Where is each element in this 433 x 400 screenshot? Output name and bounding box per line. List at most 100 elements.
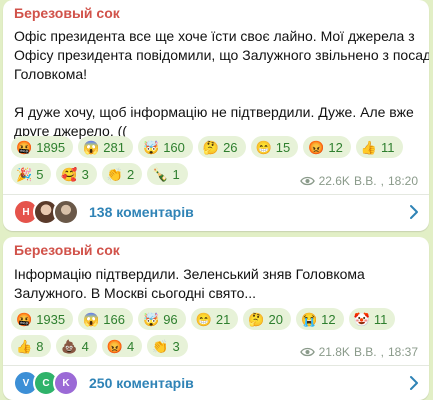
reaction-chip[interactable]: 😡 12: [303, 136, 351, 158]
message-meta: 21.8K В.В., 18:37: [299, 345, 418, 359]
message-bubble: Березовый сок Інформацію підтвердили. Зе…: [3, 237, 429, 400]
reaction-count: 12: [328, 139, 343, 155]
reaction-row: 🎉 5 🥰 3 👏 2 🍾 1: [11, 163, 188, 185]
reaction-count: 160: [163, 139, 185, 155]
clapping-emoji-icon: 👏: [152, 338, 169, 354]
reaction-chip[interactable]: 🤬 1895: [11, 136, 74, 158]
reaction-chip[interactable]: 😱 281: [78, 136, 133, 158]
avatar: K: [53, 370, 79, 396]
view-count: 21.8K: [318, 345, 350, 359]
message-line: Інформацію підтвердили. Зеленський зняв …: [14, 266, 365, 282]
screaming-emoji-icon: 😱: [83, 311, 100, 327]
screaming-emoji-icon: 😱: [83, 139, 100, 155]
reaction-chip[interactable]: 🍾 1: [147, 163, 188, 185]
reaction-count: 15: [275, 139, 291, 155]
sender-name[interactable]: Березовый сок: [14, 5, 120, 21]
reaction-count: 21: [215, 311, 231, 327]
thinking-emoji-icon: 🤔: [202, 139, 220, 155]
reaction-chip[interactable]: 😭 12: [295, 308, 344, 330]
reaction-count: 1895: [36, 139, 66, 155]
reaction-count: 166: [103, 311, 125, 327]
reaction-chip[interactable]: 🤔 20: [243, 308, 291, 330]
party-popper-emoji-icon: 🎉: [16, 166, 33, 182]
reaction-chip[interactable]: 🤔 26: [197, 136, 246, 158]
message-line: [14, 84, 417, 103]
angry-cursing-emoji-icon: 🤬: [16, 311, 33, 327]
reaction-chip[interactable]: 😁 15: [250, 136, 299, 158]
message-meta: 22.6K В.В., 18:20: [299, 174, 418, 188]
reaction-chip[interactable]: 🥰 3: [56, 163, 97, 185]
message-text: Інформацію підтвердили. Зеленський зняв …: [14, 265, 417, 303]
reaction-chip[interactable]: 🤯 96: [138, 308, 186, 330]
reaction-row: 🤬 1935 😱 166 🤯 96 😁 21 🤔 20 😭 12 🤡 11: [11, 308, 396, 330]
reaction-row: 👍 8 💩 4 😡 4 👏 3: [11, 335, 188, 357]
comments-count: 250 коментарів: [89, 375, 194, 391]
comments-link[interactable]: V C K 250 коментарів: [13, 368, 419, 398]
post-author: В.В.: [353, 174, 377, 188]
clapping-emoji-icon: 👏: [106, 166, 124, 182]
reaction-count: 8: [36, 338, 44, 354]
reaction-row: 🤬 1895 😱 281 🤯 160 🤔 26 😁 15 😡 12 👍 11: [11, 136, 403, 158]
reaction-count: 4: [127, 338, 135, 354]
crying-emoji-icon: 😭: [300, 311, 318, 327]
reaction-chip[interactable]: 👍 8: [11, 335, 52, 357]
smiling-hearts-emoji-icon: 🥰: [61, 166, 78, 182]
exploding-head-emoji-icon: 🤯: [143, 311, 160, 327]
message-line: Офісу президента повідомили, що Залужног…: [14, 47, 429, 63]
message-line: Головкома!: [14, 66, 88, 82]
angry-cursing-emoji-icon: 🤬: [16, 139, 33, 155]
reaction-count: 4: [81, 338, 89, 354]
divider: [3, 365, 429, 366]
clown-emoji-icon: 🤡: [353, 311, 370, 327]
commenter-avatars: V C K: [13, 370, 79, 396]
angry-face-emoji-icon: 😡: [308, 139, 325, 155]
avatar: [53, 199, 79, 225]
thumbs-up-emoji-icon: 👍: [16, 338, 33, 354]
reaction-chip[interactable]: 💩 4: [56, 335, 97, 357]
message-text: Офіс президента все ще хоче їсти своє ла…: [14, 27, 429, 141]
message-line: Залужного. В Москві сьогодні свято...: [14, 285, 257, 301]
reaction-chip[interactable]: 🤬 1935: [11, 308, 74, 330]
reaction-chip[interactable]: 🎉 5: [11, 163, 52, 185]
reaction-count: 96: [163, 311, 178, 327]
view-count: 22.6K: [318, 174, 350, 188]
eye-icon: [299, 347, 315, 357]
reaction-chip[interactable]: 👏 2: [101, 163, 143, 185]
reaction-chip[interactable]: 🤯 160: [138, 136, 193, 158]
thinking-emoji-icon: 🤔: [248, 311, 265, 327]
post-time: 18:20: [387, 174, 418, 188]
message-bubble: Березовый сок Офіс президента все ще хоч…: [3, 0, 429, 231]
message-line: Офіс президента все ще хоче їсти своє ла…: [14, 28, 415, 44]
reaction-count: 20: [268, 311, 283, 327]
reaction-chip[interactable]: 😡 4: [101, 335, 143, 357]
reaction-chip[interactable]: 🤡 11: [348, 308, 396, 330]
comments-count: 138 коментарів: [89, 204, 194, 220]
reaction-count: 1: [172, 166, 180, 182]
commenter-avatars: Н: [13, 199, 79, 225]
comments-link[interactable]: Н 138 коментарів: [13, 197, 419, 227]
reaction-count: 281: [103, 139, 125, 155]
reaction-count: 1935: [36, 311, 66, 327]
reaction-count: 3: [81, 166, 89, 182]
eye-icon: [299, 176, 315, 186]
divider: [3, 194, 429, 195]
reaction-chip[interactable]: 😱 166: [78, 308, 133, 330]
reaction-chip[interactable]: 👏 3: [147, 335, 188, 357]
reaction-chip[interactable]: 👍 11: [355, 136, 403, 158]
chevron-right-icon: [410, 205, 418, 219]
post-author: В.В.: [353, 345, 377, 359]
message-line: Я дуже хочу, щоб інформацію не підтверди…: [14, 104, 414, 120]
reaction-count: 26: [223, 139, 238, 155]
reaction-count: 2: [127, 166, 135, 182]
poop-emoji-icon: 💩: [61, 338, 78, 354]
reaction-count: 5: [36, 166, 44, 182]
thumbs-up-emoji-icon: 👍: [360, 139, 378, 155]
reaction-chip[interactable]: 😁 21: [190, 308, 239, 330]
grin-emoji-icon: 😁: [195, 311, 212, 327]
post-time: 18:37: [387, 345, 418, 359]
champagne-emoji-icon: 🍾: [152, 166, 169, 182]
chevron-right-icon: [410, 376, 418, 390]
sender-name[interactable]: Березовый сок: [14, 242, 120, 258]
reaction-count: 11: [381, 139, 395, 155]
reaction-count: 11: [373, 311, 388, 327]
